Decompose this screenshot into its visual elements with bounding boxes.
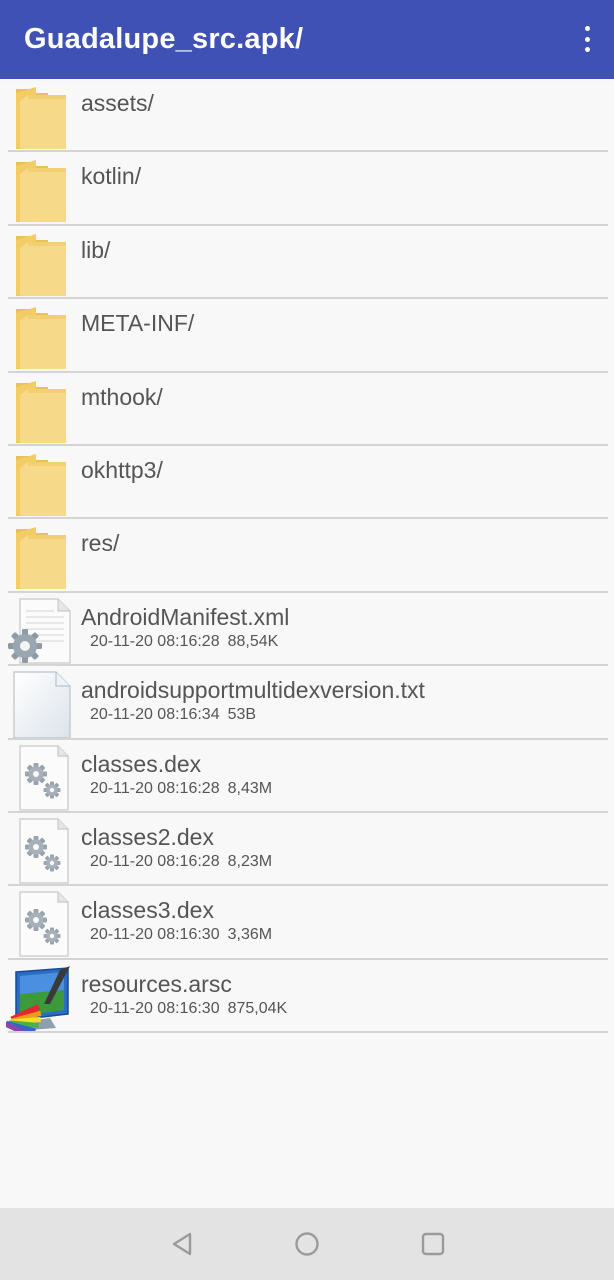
file-date: 20-11-20 08:16:34 xyxy=(90,706,220,724)
file-list: assets/kotlin/lib/META-INF/mthook/okhttp… xyxy=(0,79,614,1038)
file-name: res/ xyxy=(81,530,120,557)
file-list-item[interactable]: AndroidManifest.xml 20-11-20 08:16:28 88,5… xyxy=(0,593,614,667)
folder-icon xyxy=(6,156,72,224)
file-list-item[interactable]: okhttp3/ xyxy=(0,446,614,520)
file-list-item[interactable]: META-INF/ xyxy=(0,299,614,373)
home-icon[interactable] xyxy=(293,1230,321,1258)
file-list-item[interactable]: classes.dex 20-11-20 08:16:28 8,43M xyxy=(0,740,614,813)
file-meta: 20-11-20 08:16:30 875,04K xyxy=(90,1000,287,1018)
file-date: 20-11-20 08:16:30 xyxy=(90,926,220,944)
file-date: 20-11-20 08:16:28 xyxy=(90,852,220,870)
xml-file-icon xyxy=(6,597,72,665)
file-name: okhttp3/ xyxy=(81,456,163,483)
file-size: 88,54K xyxy=(227,632,279,650)
file-name: resources.arsc xyxy=(81,970,232,997)
file-meta: 20-11-20 08:16:28 8,23M xyxy=(90,853,272,871)
file-size: 8,23M xyxy=(227,852,273,870)
file-date: 20-11-20 08:16:28 xyxy=(90,779,220,797)
file-meta: 20-11-20 08:16:34 53B xyxy=(90,706,256,724)
file-name: AndroidManifest.xml xyxy=(81,603,290,630)
file-name: kotlin/ xyxy=(81,163,142,190)
arsc-file-icon xyxy=(1,964,72,1038)
file-list-item[interactable]: androidsupportmultidexversion.txt 20-11-2… xyxy=(0,666,614,740)
file-name: classes2.dex xyxy=(81,823,214,850)
file-meta: 20-11-20 08:16:30 3,36M xyxy=(90,926,272,944)
dex-file-icon xyxy=(6,817,72,885)
file-date: 20-11-20 08:16:30 xyxy=(90,999,220,1017)
file-list-item[interactable]: resources.arsc 20-11-20 08:16:30 875,04K xyxy=(0,960,614,1038)
file-meta: 20-11-20 08:16:28 8,43M xyxy=(90,780,272,798)
file-list-item[interactable]: lib/ xyxy=(0,226,614,300)
file-size: 8,43M xyxy=(227,779,273,797)
divider xyxy=(8,1031,608,1034)
app-bar: Guadalupe_src.apk/ xyxy=(0,0,614,79)
recents-icon[interactable] xyxy=(419,1230,447,1258)
file-meta: 20-11-20 08:16:28 88,54K xyxy=(90,633,278,651)
file-list-item[interactable]: mthook/ xyxy=(0,373,614,446)
file-size: 3,36M xyxy=(227,926,273,944)
file-list-item[interactable]: res/ xyxy=(0,519,614,593)
file-name: androidsupportmultidexversion.txt xyxy=(81,677,425,704)
page-title: Guadalupe_src.apk/ xyxy=(24,23,304,55)
folder-icon xyxy=(6,523,72,591)
folder-icon xyxy=(6,230,72,298)
file-name: META-INF/ xyxy=(81,310,195,337)
file-date: 20-11-20 08:16:28 xyxy=(90,632,220,650)
file-name: classes3.dex xyxy=(81,897,214,924)
file-size: 53B xyxy=(227,706,257,724)
back-icon[interactable] xyxy=(168,1230,196,1258)
file-name: classes.dex xyxy=(81,750,202,777)
file-name: lib/ xyxy=(81,236,111,263)
folder-icon xyxy=(6,450,72,518)
folder-icon xyxy=(6,303,72,371)
file-list-item[interactable]: classes3.dex 20-11-20 08:16:30 3,36M xyxy=(0,886,614,960)
file-list-item[interactable]: kotlin/ xyxy=(0,152,614,226)
folder-icon xyxy=(6,377,72,445)
dex-file-icon xyxy=(6,890,72,958)
file-name: assets/ xyxy=(81,90,154,116)
file-size: 875,04K xyxy=(227,999,288,1017)
text-file-icon xyxy=(6,670,72,739)
folder-icon xyxy=(6,83,72,151)
more-vert-icon[interactable] xyxy=(582,26,592,52)
file-name: mthook/ xyxy=(81,383,163,410)
system-nav-bar xyxy=(0,1208,614,1280)
dex-file-icon xyxy=(6,744,72,812)
file-list-item[interactable]: assets/ xyxy=(0,79,614,153)
file-list-item[interactable]: classes2.dex 20-11-20 08:16:28 8,23M xyxy=(0,813,614,887)
